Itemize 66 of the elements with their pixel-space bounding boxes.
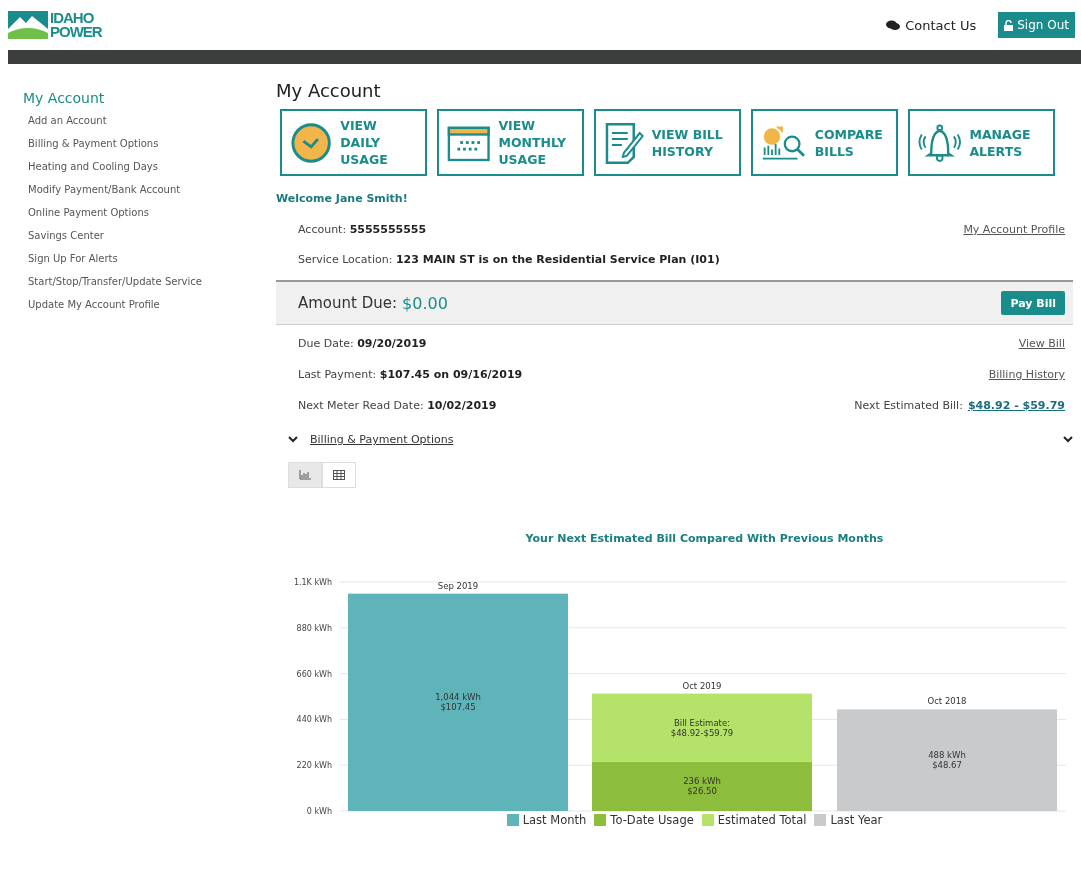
contact-link[interactable]: Contact Us: [886, 17, 977, 33]
detail-text: Next Meter Read Date: 10/02/2019: [298, 399, 497, 412]
chat-icon: [886, 19, 901, 31]
axis-label: 660 kWh: [296, 669, 332, 679]
legend-label: Last Year: [830, 813, 883, 827]
sidebar-link[interactable]: Savings Center: [23, 224, 262, 247]
bar-category-label: Sep 2019: [437, 580, 479, 591]
sidebar-title: My Account: [23, 90, 106, 106]
chevron-down-icon[interactable]: [288, 436, 298, 443]
axis-label: 440 kWh: [296, 715, 332, 725]
billing-options-toggle[interactable]: Billing & Payment Options: [310, 433, 454, 446]
legend-label: Estimated Total: [717, 813, 807, 827]
detail-text: Due Date: 09/20/2019: [298, 337, 427, 350]
legend-item[interactable]: Last Year: [814, 813, 883, 827]
estimate-label: Next Estimated Bill:: [854, 399, 963, 412]
shortcut-tile[interactable]: VIEW DAILY USAGE: [280, 109, 427, 176]
chart-title: Your Next Estimated Bill Compared With Previous Months: [524, 532, 885, 545]
sidebar-link[interactable]: Sign Up For Alerts: [23, 247, 262, 270]
shortcut-tile[interactable]: COMPARE BILLS: [751, 109, 898, 176]
detail-text: Last Payment: $107.45 on 09/16/2019: [298, 368, 523, 381]
clock-icon: [290, 120, 333, 165]
legend-label: Last Month: [522, 813, 587, 827]
lock-icon: [1004, 19, 1014, 31]
shortcut-tile[interactable]: VIEW BILL HISTORY: [594, 109, 741, 176]
sign-out-button[interactable]: Sign Out: [998, 12, 1075, 38]
sidebar-link[interactable]: Modify Payment/Bank Account: [23, 178, 262, 201]
legend-item[interactable]: Last Month: [506, 813, 587, 827]
bar-value-label: Bill Estimate: $48.92-$59.79: [670, 717, 734, 738]
document-pencil-icon: [604, 120, 644, 165]
logo-text[interactable]: IDAHO POWER: [50, 11, 102, 39]
axis-label: 0 kWh: [306, 807, 332, 815]
legend-item[interactable]: Estimated Total: [701, 813, 807, 827]
pay-bill-button[interactable]: Pay Bill: [1001, 291, 1065, 315]
account-number: Account: 5555555555: [298, 223, 427, 236]
sidebar-link[interactable]: Online Payment Options: [23, 201, 262, 224]
detail-link[interactable]: Billing History: [988, 368, 1065, 381]
service-location: Service Location: 123 MAIN ST is on the Residential Service Plan (I01): [298, 253, 720, 266]
amount-due-value: $0.00: [402, 293, 448, 313]
mountain-logo-icon: [8, 11, 48, 39]
page-title: My Account: [276, 80, 382, 101]
welcome-message: Welcome Jane Smith!: [276, 192, 409, 205]
shortcut-tile[interactable]: MANAGE ALERTS: [908, 109, 1055, 176]
amount-due-label: Amount Due:: [298, 294, 398, 312]
axis-label: 1.1K kWh: [293, 578, 332, 587]
sidebar-link[interactable]: Update My Account Profile: [23, 293, 262, 316]
axis-label: 220 kWh: [296, 761, 332, 771]
detail-link[interactable]: $48.92 - $59.79: [967, 399, 1065, 412]
table-view-button[interactable]: [322, 462, 356, 488]
bar-chart-icon: [299, 470, 311, 480]
bar-category-label: Oct 2018: [927, 696, 967, 707]
legend-label: To-Date Usage: [610, 813, 694, 827]
bar-value-label: 488 kWh $48.67: [928, 750, 966, 771]
bar-value-label: 236 kWh $26.50: [683, 776, 721, 797]
shortcut-tile[interactable]: VIEW MONTHLY USAGE: [437, 109, 584, 176]
legend-item[interactable]: To-Date Usage: [594, 813, 694, 827]
sidebar-link[interactable]: Billing & Payment Options: [23, 132, 262, 155]
profile-link[interactable]: My Account Profile: [963, 223, 1065, 236]
detail-link[interactable]: View Bill: [1018, 337, 1065, 350]
chevron-down-icon[interactable]: [1063, 436, 1073, 443]
bar-category-label: Oct 2019: [682, 680, 722, 691]
axis-label: 880 kWh: [296, 623, 332, 633]
sidebar-link[interactable]: Add an Account: [23, 109, 262, 132]
sidebar-link[interactable]: Heating and Cooling Days: [23, 155, 262, 178]
bar-value-label: 1,044 kWh $107.45: [435, 692, 481, 713]
sidebar-link[interactable]: Start/Stop/Transfer/Update Service: [23, 270, 262, 293]
table-icon: [333, 470, 345, 480]
